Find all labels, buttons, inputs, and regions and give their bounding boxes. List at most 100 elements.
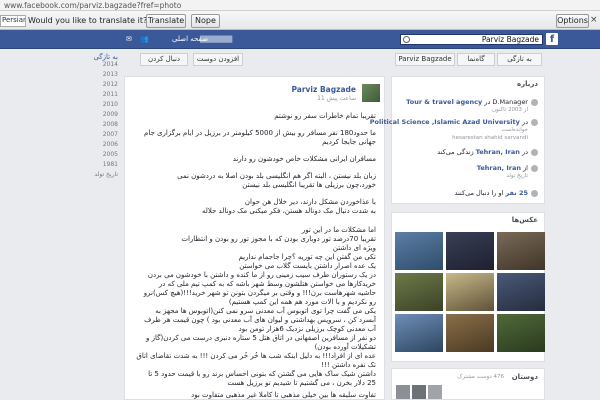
photo-thumb[interactable]	[497, 314, 545, 352]
options-button[interactable]: Options	[556, 14, 589, 28]
mutual-friends-count[interactable]: 476 دوست مشترک	[457, 374, 504, 380]
post-line: آب معدنی کوچک برزیلی نزدیک 6هزار تومن بو…	[238, 325, 376, 333]
timeline-year[interactable]: 2011	[103, 91, 118, 98]
photo-thumb[interactable]	[446, 314, 494, 352]
timeline-year[interactable]: 2010	[103, 101, 118, 108]
about-work: D.Manager در Tour & travel agency	[406, 98, 528, 106]
language-select[interactable]: Persian	[0, 15, 26, 27]
author-avatar[interactable]	[362, 84, 380, 102]
post-line: 25 دلار بخرن ، می گشتیم تا شیدیم تو برزی…	[227, 379, 376, 387]
about-head[interactable]: درباره	[517, 80, 538, 88]
right-sidebar	[548, 49, 600, 400]
post-line: آبسرد کن ، سرویس بهداشتی و لیوان های آب …	[144, 316, 376, 324]
post-line: جهانی جابجا کردیم	[322, 138, 376, 146]
search-value: Parviz Bagzade	[481, 35, 539, 44]
post-line: دو نفر از مسافرین اصفهانی در اتاق هتل 5 …	[146, 334, 376, 342]
post-time[interactable]: 11 ساعت پیش	[317, 95, 356, 102]
timeline-head[interactable]: به تازگی	[93, 53, 118, 61]
about-school[interactable]: hesarestan shahid sarvandi	[452, 135, 528, 141]
post-line: ما حدود180 نفر مسافر رو بیش از 5000 کیلو…	[144, 129, 376, 137]
post-line: ویژه ای داشتن	[332, 244, 376, 252]
photo-thumb[interactable]	[497, 232, 545, 270]
followers-icon	[531, 190, 538, 197]
post-line: داشتن شیک ساک هایی می گشتن که بتونی احسا…	[148, 370, 376, 378]
timeline-year-nav: به تازگی 2014 2013 2012 2011 2010 2009 2…	[0, 49, 122, 229]
post-line: تشکیلات آورده بودن)	[314, 343, 376, 351]
nope-button[interactable]: Nope	[191, 14, 220, 28]
post-line: خورد،چون برزیلی ها تقریبا انگلیسی بلد نی…	[242, 181, 376, 189]
home-icon	[531, 149, 538, 156]
timeline-button[interactable]: گاه‌نما	[457, 53, 495, 66]
photos-head[interactable]: عکس‌ها	[512, 216, 538, 224]
post-line: زبان بلد نیستن ، البته اگر هم انگلیسی بل…	[177, 172, 376, 180]
timeline-year[interactable]: 2007	[103, 131, 118, 138]
about-from: از Tehran, Iran	[476, 164, 528, 172]
post-line: با عذاخوردن مشکل دارند، دیر خلال هن حوان	[244, 198, 376, 206]
post-line: در یک رستوران طرف سیب زمینی رو از ما کند…	[147, 271, 376, 279]
friend-avatar[interactable]	[396, 385, 410, 399]
work-icon	[531, 99, 538, 106]
timeline-year[interactable]: 2014	[103, 61, 118, 68]
location-icon	[531, 165, 538, 172]
about-panel: درباره D.Manager در Tour & travel agency…	[370, 76, 545, 204]
post-line: تکی من گفتن این چه توریه ؟چرا جاجمام ندا…	[238, 253, 377, 261]
timeline-year[interactable]: 2013	[103, 71, 118, 78]
post-line: خریدکارها می خواستن هتلشون وسط شهر باشه …	[158, 280, 376, 288]
timeline-year[interactable]: 2012	[103, 81, 118, 88]
close-icon[interactable]: ×	[590, 15, 598, 25]
search-input[interactable]: Parviz Bagzade	[400, 34, 543, 45]
friend-avatar[interactable]	[428, 385, 442, 399]
post-line: یکی می گفت چرا توی اتوبوس آب معدنی سرو ن…	[155, 307, 376, 315]
home-link[interactable]: صفحه اصلی	[172, 35, 208, 43]
post-line: مسافران ایرانی مشکلات خاص خودشون رو دارن…	[232, 155, 376, 163]
facebook-logo-icon[interactable]: f	[546, 33, 558, 45]
photo-thumb[interactable]	[446, 273, 494, 311]
url-text[interactable]: www.facebook.com/parviz.bagzade?fref=pho…	[4, 1, 181, 10]
photos-grid	[395, 232, 545, 352]
facebook-header: f Parviz Bagzade ▇▇▇▇▇▇ صفحه اصلی 👥 ✉	[0, 30, 600, 49]
about-work-since: از 2003 تاکنون	[491, 107, 528, 113]
friends-head[interactable]: دوستان	[512, 373, 538, 381]
more-button[interactable]: به تازگی	[497, 53, 542, 66]
photo-thumb[interactable]	[395, 314, 443, 352]
timeline-year[interactable]: 1981	[103, 161, 118, 168]
friend-requests-icon[interactable]: 👥	[140, 35, 149, 43]
post-line: به شدت دنبال مک دونالد هستن، فکر میکنی م…	[201, 207, 376, 215]
timeline-year[interactable]: 2005	[103, 151, 118, 158]
friends-panel: دوستان 476 دوست مشترک	[391, 368, 545, 400]
messages-icon[interactable]: ✉	[126, 35, 132, 43]
post-author[interactable]: Parviz Bagzade	[291, 85, 356, 94]
translate-button[interactable]: Translate	[146, 14, 186, 28]
post-line: حاشیه شهرهاست برن!!! و وقتی بر میگردن بت…	[143, 289, 376, 297]
profile-name-button[interactable]: Parviz Bagzade	[395, 53, 455, 66]
translate-bar: Persian Would you like to translate it? …	[0, 11, 600, 30]
follow-button[interactable]: دنبال کردن	[140, 53, 188, 66]
post-card: Parviz Bagzade 11 ساعت پیش تقریبا تمام خ…	[124, 76, 385, 400]
timeline-year[interactable]: 2006	[103, 141, 118, 148]
photo-thumb[interactable]	[446, 232, 494, 270]
post-line: رو نکردیم و با الات مورد هم همه این کمپ …	[228, 298, 376, 306]
timeline-year[interactable]: 2009	[103, 111, 118, 118]
education-icon	[531, 119, 538, 126]
post-line: یک عده اصرار داشتن بایست گلاب می خواستن	[239, 262, 376, 270]
add-friend-button[interactable]: افزودن دوست	[193, 53, 243, 66]
about-education-note: خوانده‌است	[501, 127, 528, 133]
post-line: عده ای از افراد!!! به دلیل اینکه شب ها خ…	[136, 352, 376, 360]
search-icon[interactable]	[403, 36, 410, 43]
post-line: تک نفره داشتن !!!	[321, 361, 376, 369]
post-line: تقریبا تمام خاطرات سفر رو نوشتم	[274, 112, 376, 120]
about-education: در Political Science ,Islamic Azad Unive…	[369, 118, 528, 126]
friend-avatar[interactable]	[412, 385, 426, 399]
photo-thumb[interactable]	[395, 273, 443, 311]
photo-thumb[interactable]	[395, 232, 443, 270]
about-followers: 25 نفر او را دنبال می‌کنند	[454, 189, 528, 197]
about-birthdate: تاریخ تولد	[506, 173, 528, 179]
post-line: تقریبا 70درصد تور دوباری بودن که با مجوز…	[181, 235, 376, 243]
timeline-year[interactable]: 2008	[103, 121, 118, 128]
photo-thumb[interactable]	[497, 273, 545, 311]
post-line: تفاوت سلیقه ها بین خیلی مذهبی تا کاملا غ…	[191, 391, 376, 399]
timeline-birth[interactable]: تاریخ تولد	[94, 171, 118, 178]
translate-question: Would you like to translate it?	[28, 16, 148, 25]
browser-url-bar[interactable]: www.facebook.com/parviz.bagzade?fref=pho…	[0, 0, 600, 11]
about-lives-in: در Tehran, Iran زندگی می‌کند	[437, 148, 528, 156]
